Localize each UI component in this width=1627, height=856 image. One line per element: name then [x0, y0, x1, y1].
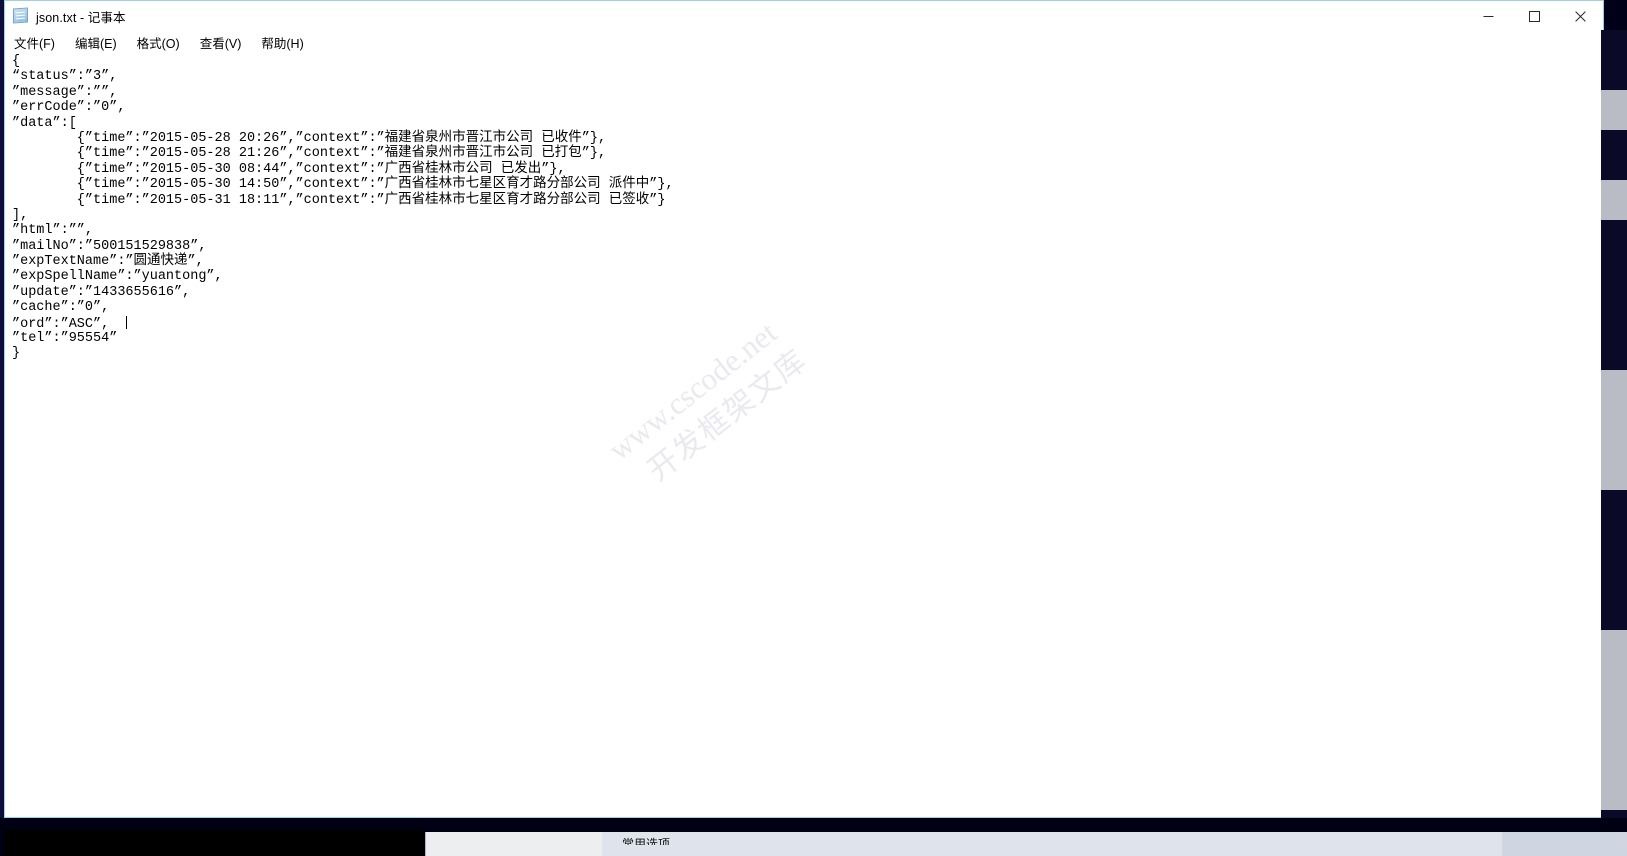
menu-view[interactable]: 查看(V) [200, 33, 242, 52]
notepad-icon [13, 7, 29, 24]
window-titlebar[interactable]: json.txt - 记事本 [5, 1, 1603, 31]
editor-area: {“status”:”3”, ”message”:””, ”errCode”:”0”… [5, 53, 1603, 817]
editor-line: {”time”:”2015-05-28 21:26”,”context”:”福建… [12, 146, 607, 162]
maximize-button[interactable] [1511, 1, 1557, 31]
editor-line: ”data”:[ [12, 115, 77, 131]
bottom-toolbar-strip: 常用选项 [0, 818, 1627, 856]
editor-line: ”update”:”1433655616”, [12, 284, 191, 300]
text-caret [126, 315, 128, 329]
editor-line: ”ord”:”ASC”, [12, 315, 128, 332]
bottom-panel-label: 常用选项 [622, 837, 671, 845]
editor-line: ”message”:””, [12, 84, 118, 100]
editor-line: ”errCode”:”0”, [12, 100, 126, 116]
window-controls [1465, 1, 1603, 31]
menu-edit[interactable]: 编辑(E) [75, 33, 117, 52]
editor-line: } [12, 346, 21, 362]
editor-line: ”html”:””, [12, 223, 94, 239]
editor-line: {”time”:”2015-05-31 18:11”,”context”:”广西… [12, 192, 666, 208]
editor-line: ], [12, 207, 29, 223]
right-edge-strip [1601, 30, 1627, 818]
text-editor-canvas[interactable]: {“status”:”3”, ”message”:””, ”errCode”:”0”… [5, 53, 1603, 817]
editor-line: “status”:”3”, [12, 69, 118, 85]
desktop-background: json.txt - 记事本 文件(F) 编辑(E) 格式(O) 查看(V) 帮… [0, 0, 1627, 856]
window-title: json.txt - 记事本 [36, 10, 126, 25]
editor-line: ”tel”:”95554” [12, 331, 118, 347]
bottom-panel-main[interactable] [602, 832, 1502, 856]
editor-line: ”expSpellName”:”yuantong”, [12, 269, 223, 285]
menu-help[interactable]: 帮助(H) [261, 33, 303, 52]
editor-line: ”cache”:”0”, [12, 300, 110, 316]
bottom-dark-panel [4, 830, 424, 856]
editor-line: {”time”:”2015-05-30 14:50”,”context”:”广西… [12, 177, 674, 193]
bottom-panel-left[interactable] [425, 832, 603, 856]
editor-line: { [12, 54, 21, 69]
close-button[interactable] [1557, 1, 1603, 31]
editor-line: {”time”:”2015-05-28 20:26”,”context”:”福建… [12, 130, 607, 146]
menu-format[interactable]: 格式(O) [137, 33, 180, 52]
bottom-panel-right[interactable] [1502, 832, 1627, 856]
editor-line: {”time”:”2015-05-30 08:44”,”context”:”广西… [12, 161, 566, 177]
editor-line: ”mailNo”:”500151529838”, [12, 238, 207, 254]
menu-file[interactable]: 文件(F) [14, 33, 55, 52]
menubar: 文件(F) 编辑(E) 格式(O) 查看(V) 帮助(H) [5, 31, 1603, 53]
minimize-button[interactable] [1465, 1, 1511, 31]
notepad-window: json.txt - 记事本 文件(F) 编辑(E) 格式(O) 查看(V) 帮… [4, 0, 1604, 818]
editor-line: ”expTextName”:”圆通快递”, [12, 254, 204, 270]
